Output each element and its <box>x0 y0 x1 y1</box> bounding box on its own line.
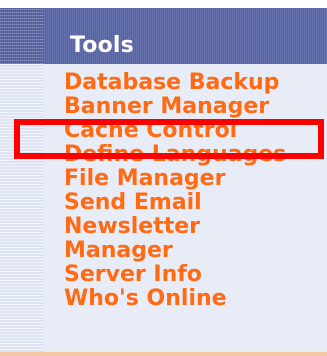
tools-header: Tools <box>0 8 327 64</box>
menu-item-label: File Manager <box>64 166 226 191</box>
menu-item-manager[interactable]: Manager <box>64 239 324 263</box>
panel-pattern <box>0 64 44 356</box>
bottom-border <box>0 352 327 356</box>
menu-item-database-backup[interactable]: Database Backup <box>64 71 324 95</box>
highlight-box <box>14 119 324 159</box>
tools-title: Tools <box>70 33 134 58</box>
menu-item-whos-online[interactable]: Who's Online <box>64 287 324 311</box>
header-pattern <box>0 8 44 64</box>
tools-panel: Database Backup Banner Manager Cache Con… <box>0 64 327 356</box>
menu-item-label: Server Info <box>64 262 202 287</box>
menu-item-label: Banner Manager <box>64 94 270 119</box>
menu-item-send-email[interactable]: Send Email <box>64 191 324 215</box>
tools-sidebar: Tools Database Backup Banner Manager Cac… <box>0 0 327 356</box>
menu-item-server-info[interactable]: Server Info <box>64 263 324 287</box>
menu-item-label: Newsletter <box>64 214 201 239</box>
menu-item-banner-manager[interactable]: Banner Manager <box>64 95 324 119</box>
menu-item-label: Database Backup <box>64 70 280 95</box>
menu-item-label: Send Email <box>64 190 202 215</box>
tools-menu: Database Backup Banner Manager Cache Con… <box>64 71 324 311</box>
menu-item-label: Who's Online <box>64 286 227 311</box>
menu-item-newsletter[interactable]: Newsletter <box>64 215 324 239</box>
menu-item-label: Manager <box>64 238 173 263</box>
menu-item-file-manager[interactable]: File Manager <box>64 167 324 191</box>
